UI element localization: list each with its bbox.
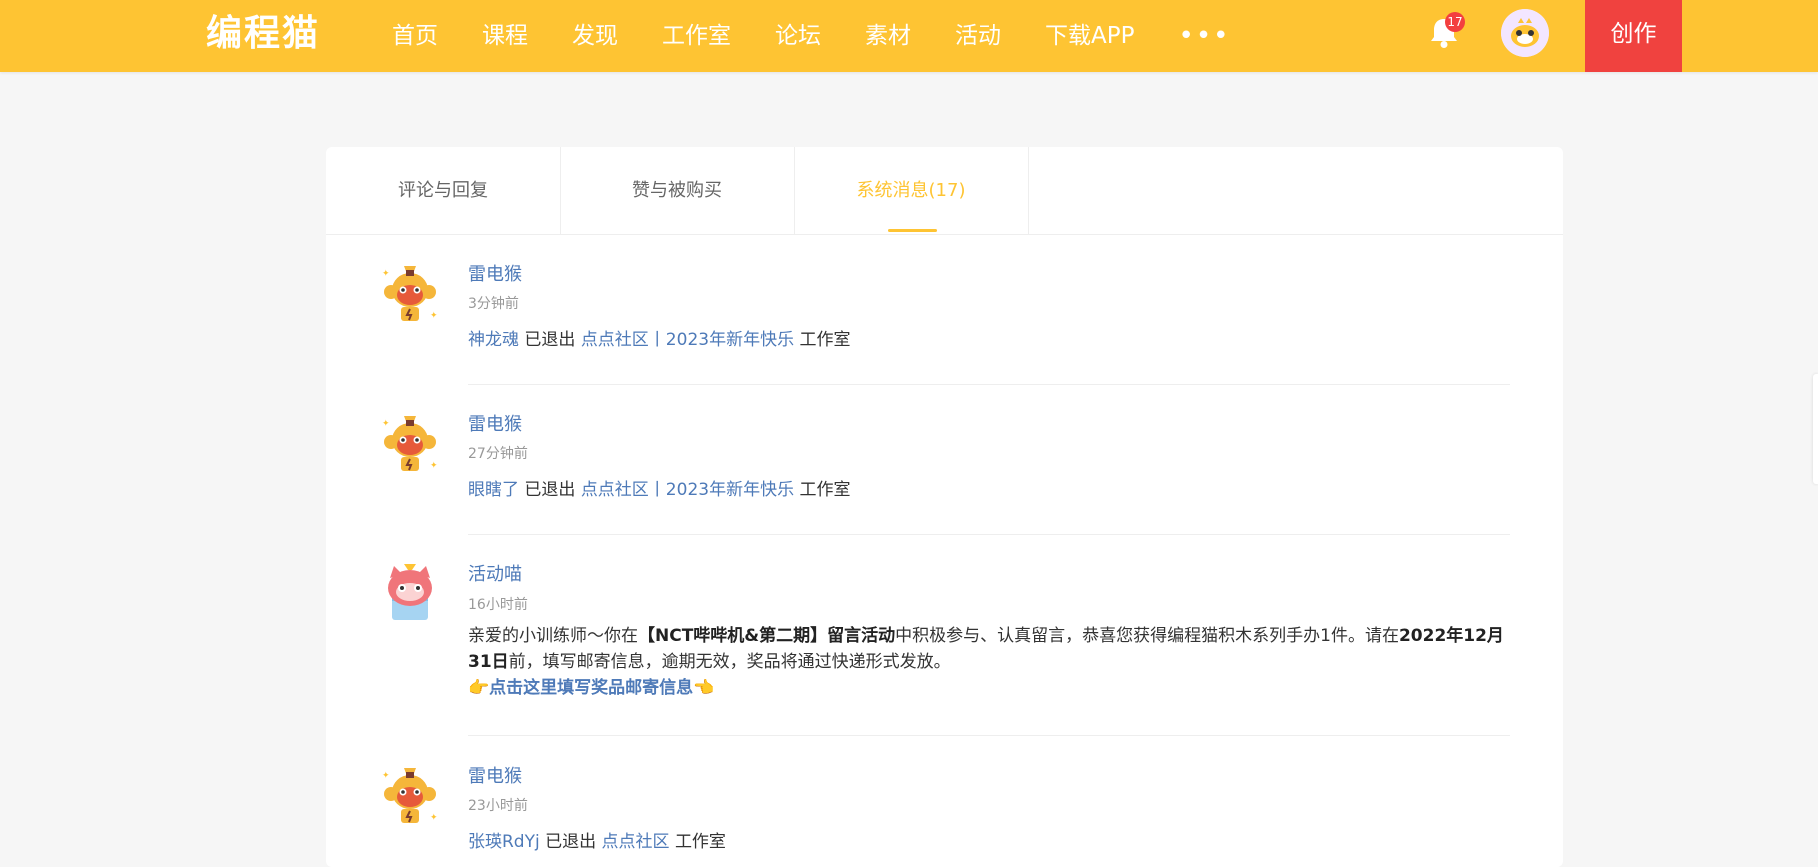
divider <box>468 735 1510 736</box>
tab-system-messages[interactable]: 系统消息(17) <box>794 147 1029 234</box>
pointing-left-icon: 👈 <box>693 678 715 698</box>
svg-text:✦: ✦ <box>430 813 438 823</box>
thunder-monkey-icon: ✦ ✦ <box>382 416 438 471</box>
activity-cat-icon <box>388 564 432 620</box>
message-body: 神龙魂 已退出 点点社区丨2023年新年快乐 工作室 <box>468 325 850 350</box>
thunder-monkey-icon: ✦ ✦ <box>382 266 438 321</box>
message-sender[interactable]: 雷电猴 <box>468 410 522 436</box>
svg-text:✦: ✦ <box>382 771 390 781</box>
nav-home[interactable]: 首页 <box>392 0 438 72</box>
top-navbar: 编程猫 首页 课程 发现 工作室 论坛 素材 活动 下载APP ••• 17 创… <box>0 0 1818 72</box>
action-text: 已退出 <box>524 330 576 350</box>
main-nav: 首页 课程 发现 工作室 论坛 素材 活动 下载APP ••• <box>392 0 1231 72</box>
studio-link[interactable]: 点点社区丨2023年新年快乐 <box>581 330 794 350</box>
svg-text:✦: ✦ <box>382 419 390 429</box>
nav-discover[interactable]: 发现 <box>572 0 618 72</box>
user-avatar[interactable] <box>1501 9 1549 57</box>
messages-card: 评论与回复 赞与被购买 系统消息(17) ✦ ✦ 雷电猴 3分钟前 神龙魂 已退… <box>326 147 1563 867</box>
divider <box>468 384 1510 385</box>
create-button[interactable]: 创作 <box>1585 0 1682 72</box>
message-time: 27分钟前 <box>468 446 528 462</box>
nav-download-app[interactable]: 下载APP <box>1045 0 1134 72</box>
tab-likes-purchases[interactable]: 赞与被购买 <box>560 147 795 234</box>
site-logo[interactable]: 编程猫 <box>206 12 320 56</box>
user-link[interactable]: 神龙魂 <box>468 330 519 350</box>
active-tab-indicator <box>888 229 937 232</box>
nav-courses[interactable]: 课程 <box>482 0 528 72</box>
body-text: 亲爱的小训练师～你在 <box>468 626 638 646</box>
side-scroll-handle[interactable] <box>1813 374 1818 484</box>
user-link[interactable]: 眼瞎了 <box>468 480 519 500</box>
suffix-text: 工作室 <box>799 330 851 350</box>
message-sender[interactable]: 雷电猴 <box>468 260 522 286</box>
message-body: 张瑛RdYj 已退出 点点社区 工作室 <box>468 827 726 852</box>
body-text: 中积极参与、认真留言，恭喜您获得编程猫积木系列手办1件。请在 <box>895 626 1399 646</box>
suffix-text: 工作室 <box>674 832 726 852</box>
nav-activities[interactable]: 活动 <box>955 0 1001 72</box>
suffix-text: 工作室 <box>799 480 851 500</box>
more-menu-icon[interactable]: ••• <box>1178 0 1230 72</box>
message-time: 3分钟前 <box>468 296 519 312</box>
studio-link[interactable]: 点点社区丨2023年新年快乐 <box>581 480 794 500</box>
tab-comments-replies[interactable]: 评论与回复 <box>326 147 561 234</box>
svg-text:✦: ✦ <box>430 311 438 321</box>
nav-materials[interactable]: 素材 <box>865 0 911 72</box>
action-text: 已退出 <box>545 832 597 852</box>
action-text: 已退出 <box>524 480 576 500</box>
message-body: 眼瞎了 已退出 点点社区丨2023年新年快乐 工作室 <box>468 475 850 500</box>
message-tabs: 评论与回复 赞与被购买 系统消息(17) <box>326 147 1563 235</box>
message-time: 23小时前 <box>468 798 528 814</box>
message-time: 16小时前 <box>468 597 528 613</box>
svg-text:✦: ✦ <box>430 461 438 471</box>
divider <box>468 534 1510 535</box>
message-sender[interactable]: 雷电猴 <box>468 762 522 788</box>
message-body: 亲爱的小训练师～你在【NCT哔哔机&第二期】留言活动中积极参与、认真留言，恭喜您… <box>468 623 1510 701</box>
user-link[interactable]: 张瑛RdYj <box>468 832 540 852</box>
thunder-monkey-icon: ✦ ✦ <box>382 768 438 823</box>
body-text: 前，填写邮寄信息，逾期无效，奖品将通过快递形式发放。 <box>508 652 951 672</box>
activity-name: 【NCT哔哔机&第二期】留言活动 <box>638 626 896 646</box>
nav-studio[interactable]: 工作室 <box>662 0 731 72</box>
nav-forum[interactable]: 论坛 <box>775 0 821 72</box>
pointing-right-icon: 👉 <box>468 678 490 698</box>
notification-count-badge: 17 <box>1445 12 1465 32</box>
studio-link[interactable]: 点点社区 <box>602 832 670 852</box>
fill-shipping-info-link[interactable]: 点击这里填写奖品邮寄信息 <box>489 678 693 698</box>
message-sender[interactable]: 活动喵 <box>468 560 522 586</box>
svg-text:✦: ✦ <box>382 269 390 279</box>
